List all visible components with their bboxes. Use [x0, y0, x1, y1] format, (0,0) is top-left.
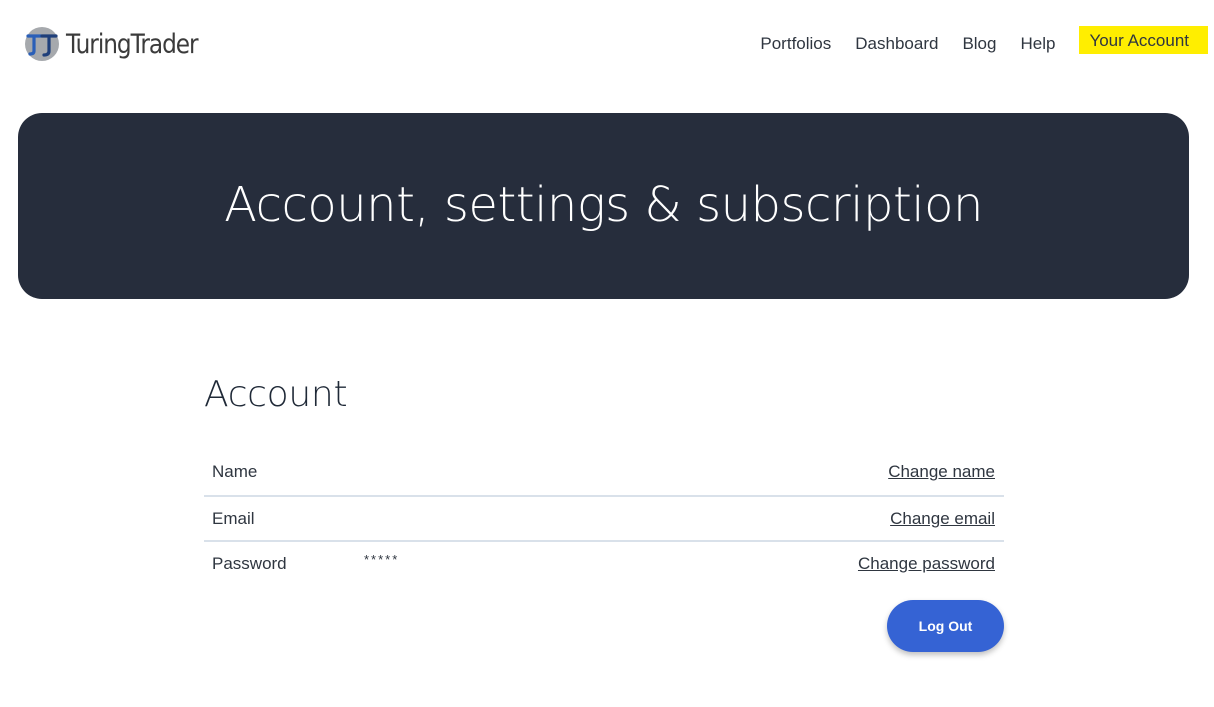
password-mask: ***** — [364, 552, 400, 567]
nav-help[interactable]: Help — [1020, 34, 1055, 54]
main-nav: Portfolios Dashboard Blog Help Your Acco… — [760, 25, 1214, 62]
account-row-password: Password ***** Change password — [204, 540, 1004, 585]
change-password-link[interactable]: Change password — [858, 554, 995, 574]
nav-your-account[interactable]: Your Account — [1079, 25, 1208, 54]
change-email-link[interactable]: Change email — [890, 509, 995, 529]
row-label: Password — [212, 554, 287, 573]
brand-name: TuringTrader — [66, 28, 199, 60]
account-row-name: Name Change name — [204, 450, 1004, 495]
account-table: Name Change name Email Change email Pass… — [204, 450, 1004, 585]
nav-blog[interactable]: Blog — [962, 34, 996, 54]
section-title: Account — [204, 374, 348, 415]
nav-portfolios[interactable]: Portfolios — [760, 34, 831, 54]
page-title: Account, settings & subscription — [224, 177, 983, 233]
site-header: TuringTrader Portfolios Dashboard Blog H… — [0, 0, 1214, 90]
nav-dashboard[interactable]: Dashboard — [855, 34, 938, 54]
row-label: Email — [212, 509, 255, 528]
row-label: Name — [212, 462, 258, 481]
change-name-link[interactable]: Change name — [888, 462, 995, 482]
account-row-email: Email Change email — [204, 495, 1004, 540]
page-hero: Account, settings & subscription — [18, 113, 1189, 299]
brand-logo[interactable]: TuringTrader — [24, 24, 219, 64]
logout-button[interactable]: Log Out — [887, 600, 1004, 652]
account-section: Account Name Change name Email Change em… — [204, 370, 1004, 652]
tt-logo-icon — [25, 27, 59, 61]
